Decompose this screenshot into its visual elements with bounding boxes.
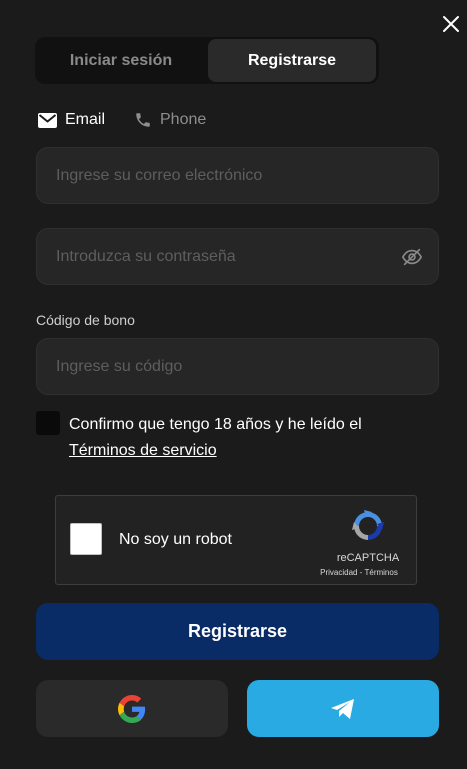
terms-checkbox[interactable] — [36, 411, 60, 435]
terms-of-service-link[interactable]: Términos de servicio — [69, 442, 217, 459]
telegram-icon — [331, 698, 354, 719]
register-submit-button[interactable]: Registrarse — [36, 603, 439, 660]
eye-off-icon[interactable] — [401, 246, 423, 268]
telegram-login-button[interactable] — [247, 680, 439, 737]
register-modal: Iniciar sesión Registrarse Email Phone C… — [0, 0, 467, 769]
bonus-code-label: Código de bono — [36, 312, 135, 328]
google-login-button[interactable] — [36, 680, 228, 737]
email-input[interactable] — [56, 148, 396, 203]
google-icon — [118, 694, 146, 723]
recaptcha-label: No soy un robot — [119, 531, 232, 548]
terms-text: Confirmo que tengo 18 años y he leído el… — [69, 412, 429, 464]
recaptcha-links: Privacidad - Términos — [304, 568, 414, 577]
recaptcha-privacy-link[interactable]: Privacidad — [320, 568, 357, 577]
phone-icon — [136, 113, 150, 127]
recaptcha-widget: No soy un robot reCAPTCHA Privacidad - T… — [55, 495, 417, 585]
terms-statement: Confirmo que tengo 18 años y he leído el — [69, 416, 362, 433]
close-icon[interactable] — [440, 13, 462, 35]
method-phone-label: Phone — [160, 111, 207, 128]
password-field-container — [36, 228, 439, 285]
recaptcha-checkbox[interactable] — [70, 523, 102, 555]
recaptcha-brand: reCAPTCHA — [336, 552, 400, 564]
envelope-icon — [38, 112, 57, 128]
method-email-toggle[interactable]: Email — [38, 108, 105, 132]
tab-register[interactable]: Registrarse — [208, 39, 376, 82]
auth-tabs: Iniciar sesión Registrarse — [35, 37, 379, 84]
method-phone-toggle[interactable]: Phone — [134, 108, 206, 132]
email-field-container — [36, 147, 439, 204]
bonus-code-input[interactable] — [56, 339, 396, 394]
password-input[interactable] — [56, 229, 396, 284]
tab-login[interactable]: Iniciar sesión — [37, 39, 205, 82]
bonus-field-container — [36, 338, 439, 395]
recaptcha-logo-icon — [352, 510, 384, 540]
method-email-label: Email — [65, 111, 106, 128]
recaptcha-terms-link[interactable]: Términos — [364, 568, 397, 577]
